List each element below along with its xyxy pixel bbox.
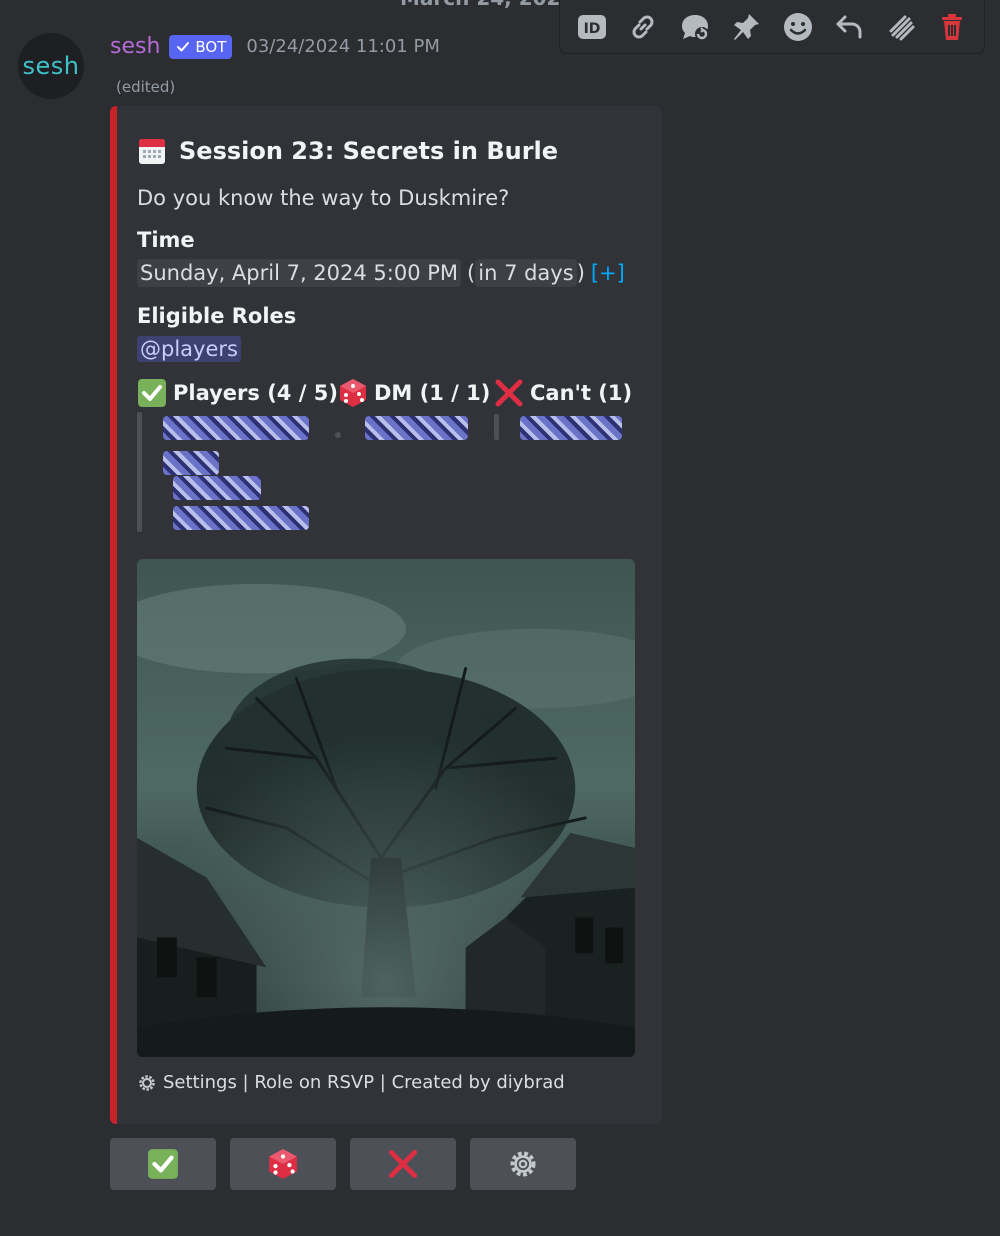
rsvp-cant-label: Can't (1) — [530, 381, 633, 405]
rsvp-dm-header: DM (1 / 1) — [338, 378, 490, 408]
rsvp-dm-button[interactable] — [230, 1138, 336, 1190]
dice-icon — [340, 379, 366, 407]
gear-icon — [510, 1151, 536, 1177]
embed-title-text: Session 23: Secrets in Burle — [179, 137, 559, 165]
check-icon — [148, 1149, 178, 1179]
message-header: sesh BOT 03/24/2024 11:01 PM — [110, 34, 440, 59]
gear-icon — [139, 1074, 155, 1091]
relative-time[interactable]: in 7 days — [475, 259, 577, 287]
dm-list-bullet — [335, 432, 341, 438]
redacted-player-name — [163, 416, 309, 440]
event-embed: Session 23: Secrets in Burle Do you know… — [110, 106, 662, 1124]
redacted-player-name — [173, 506, 309, 530]
eligible-roles-label: Eligible Roles — [137, 304, 297, 328]
date-divider: March 24, 2024 — [400, 0, 574, 10]
players-quote-bar — [137, 412, 142, 532]
calendar-icon — [139, 139, 165, 164]
copy-id-button[interactable]: ID — [570, 5, 614, 49]
username[interactable]: sesh — [110, 34, 160, 59]
bot-badge: BOT — [169, 34, 233, 59]
create-thread-button[interactable] — [673, 5, 717, 49]
rsvp-players-label: Players (4 / 5) — [173, 381, 338, 405]
cant-quote-bar — [494, 414, 499, 440]
embed-footer-text: Settings | Role on RSVP | Created by diy… — [163, 1072, 565, 1093]
embed-description: Do you know the way to Duskmire? — [137, 186, 510, 210]
link-icon — [632, 15, 654, 38]
embed-footer: Settings | Role on RSVP | Created by diy… — [137, 1072, 565, 1093]
reply-button[interactable] — [827, 5, 871, 49]
embed-title: Session 23: Secrets in Burle — [137, 136, 558, 166]
forward-icon — [889, 15, 915, 40]
verified-check-icon — [177, 41, 190, 51]
copy-link-button[interactable] — [621, 5, 665, 49]
emoji-icon — [783, 12, 812, 41]
rsvp-button-row — [110, 1138, 576, 1190]
rsvp-dm-label: DM (1 / 1) — [374, 381, 491, 405]
time-field-label: Time — [137, 228, 195, 252]
thread-icon — [681, 14, 709, 41]
avatar[interactable]: sesh — [18, 33, 84, 99]
reply-icon — [836, 15, 862, 38]
forward-button[interactable] — [879, 5, 923, 49]
svg-text:ID: ID — [583, 21, 600, 37]
bot-tag-label: BOT — [195, 37, 227, 56]
redacted-dm-name — [365, 416, 468, 440]
time-field-value: Sunday, April 7, 2024 5:00 PM ( in 7 day… — [137, 259, 625, 287]
redacted-player-name — [163, 451, 219, 475]
add-to-calendar-link[interactable]: [+] — [591, 261, 625, 285]
id-icon: ID — [577, 14, 606, 39]
dice-icon — [269, 1149, 297, 1179]
role-mention[interactable]: @players — [137, 336, 241, 362]
cross-icon — [388, 1149, 418, 1179]
delete-button[interactable] — [930, 5, 974, 49]
rsvp-players-header: Players (4 / 5) — [137, 378, 338, 408]
pin-button[interactable] — [724, 5, 768, 49]
settings-button[interactable] — [470, 1138, 576, 1190]
rsvp-cant-button[interactable] — [350, 1138, 456, 1190]
redacted-player-name — [173, 476, 261, 500]
embed-accent-bar — [110, 106, 117, 1124]
haunted-tree-village-image — [137, 559, 635, 1057]
add-reaction-button[interactable] — [776, 5, 820, 49]
discord-channel: March 24, 2024 ID sesh sesh — [0, 0, 1000, 1236]
embed-image[interactable] — [137, 559, 635, 1057]
pin-icon — [734, 13, 760, 40]
message-toolbar: ID — [559, 0, 985, 54]
event-datetime[interactable]: Sunday, April 7, 2024 5:00 PM — [137, 259, 462, 287]
relative-open-paren: ( — [467, 261, 476, 285]
rsvp-cant-header: Can't (1) — [494, 378, 632, 408]
cross-icon — [495, 379, 523, 407]
edited-label: (edited) — [116, 78, 176, 96]
redacted-cant-name — [520, 416, 622, 440]
trash-icon — [942, 13, 963, 40]
rsvp-players-button[interactable] — [110, 1138, 216, 1190]
check-icon — [138, 379, 166, 407]
relative-close-paren: ) — [576, 261, 585, 285]
timestamp[interactable]: 03/24/2024 11:01 PM — [246, 36, 439, 57]
